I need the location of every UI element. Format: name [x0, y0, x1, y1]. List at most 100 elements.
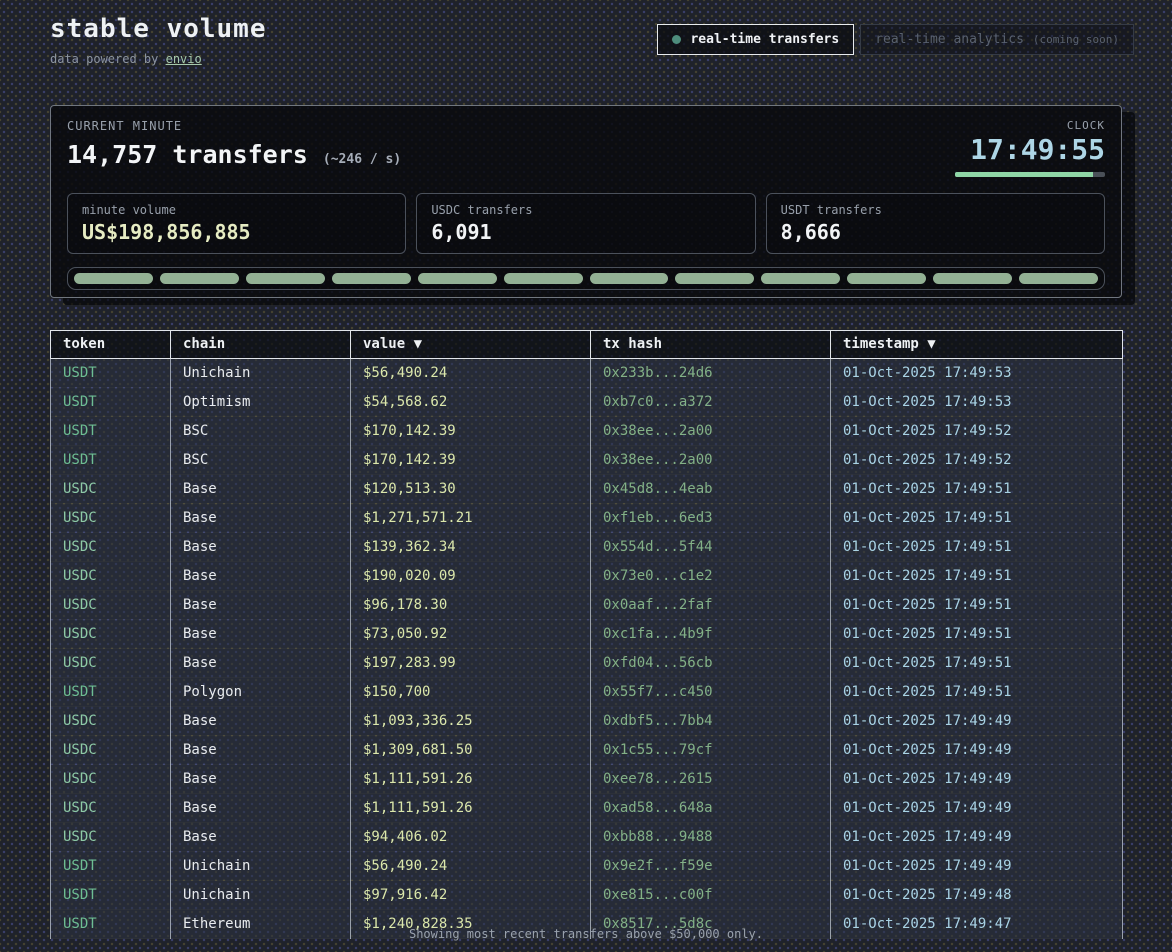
token-cell: USDT — [51, 388, 171, 417]
tx-hash-cell[interactable]: 0xee78...2615 — [591, 765, 831, 794]
chain-cell: Base — [171, 620, 351, 649]
activity-segment — [504, 273, 583, 284]
stat-value: US$198,856,885 — [82, 220, 391, 244]
table-row: USDTUnichain$56,490.240x233b...24d601-Oc… — [51, 359, 1123, 388]
tab-real-time-transfers[interactable]: real-time transfers — [657, 24, 854, 55]
timestamp-cell: 01-Oct-2025 17:49:49 — [831, 794, 1123, 823]
tx-hash-cell[interactable]: 0x9e2f...f59e — [591, 852, 831, 881]
value-cell: $1,309,681.50 — [351, 736, 591, 765]
activity-segment — [675, 273, 754, 284]
timestamp-cell: 01-Oct-2025 17:49:51 — [831, 591, 1123, 620]
timestamp-cell: 01-Oct-2025 17:49:51 — [831, 620, 1123, 649]
stat-label: USDC transfers — [431, 203, 740, 217]
tx-hash-cell[interactable]: 0x55f7...c450 — [591, 678, 831, 707]
tx-hash-cell[interactable]: 0xe815...c00f — [591, 881, 831, 910]
table-row: USDCBase$1,271,571.210xf1eb...6ed301-Oct… — [51, 504, 1123, 533]
tab-label: real-time analytics — [875, 32, 1024, 47]
tx-hash-cell[interactable]: 0xc1fa...4b9f — [591, 620, 831, 649]
token-cell: USDT — [51, 446, 171, 475]
activity-segment — [246, 273, 325, 284]
chain-cell: Base — [171, 794, 351, 823]
value-cell: $120,513.30 — [351, 475, 591, 504]
timestamp-cell: 01-Oct-2025 17:49:51 — [831, 504, 1123, 533]
timestamp-cell: 01-Oct-2025 17:49:49 — [831, 823, 1123, 852]
activity-segment — [761, 273, 840, 284]
envio-link[interactable]: envio — [166, 52, 202, 66]
chain-cell: Base — [171, 504, 351, 533]
tx-hash-cell[interactable]: 0xb7c0...a372 — [591, 388, 831, 417]
page-title: stable volume — [50, 14, 267, 44]
table-row: USDCBase$197,283.990xfd04...56cb01-Oct-2… — [51, 649, 1123, 678]
tx-hash-cell[interactable]: 0xbb88...9488 — [591, 823, 831, 852]
app-header: stable volume data powered by envio — [50, 14, 267, 66]
timestamp-cell: 01-Oct-2025 17:49:53 — [831, 359, 1123, 388]
activity-segment — [1019, 273, 1098, 284]
chain-cell: BSC — [171, 446, 351, 475]
transfers-rate: (~246 / s) — [323, 152, 401, 167]
value-cell: $56,490.24 — [351, 359, 591, 388]
clock-time: 17:49:55 — [955, 134, 1105, 166]
chain-cell: Base — [171, 562, 351, 591]
timestamp-cell: 01-Oct-2025 17:49:48 — [831, 881, 1123, 910]
token-cell: USDC — [51, 475, 171, 504]
table-row: USDTPolygon$150,7000x55f7...c45001-Oct-2… — [51, 678, 1123, 707]
value-cell: $1,111,591.26 — [351, 794, 591, 823]
timestamp-cell: 01-Oct-2025 17:49:52 — [831, 417, 1123, 446]
table-row: USDCBase$94,406.020xbb88...948801-Oct-20… — [51, 823, 1123, 852]
table-row: USDTUnichain$97,916.420xe815...c00f01-Oc… — [51, 881, 1123, 910]
timestamp-cell: 01-Oct-2025 17:49:49 — [831, 765, 1123, 794]
tx-hash-cell[interactable]: 0xfd04...56cb — [591, 649, 831, 678]
tx-hash-cell[interactable]: 0xad58...648a — [591, 794, 831, 823]
token-cell: USDC — [51, 649, 171, 678]
value-cell: $94,406.02 — [351, 823, 591, 852]
tx-hash-cell[interactable]: 0xdbf5...7bb4 — [591, 707, 831, 736]
activity-segment — [933, 273, 1012, 284]
value-cell: $96,178.30 — [351, 591, 591, 620]
chain-cell: Base — [171, 649, 351, 678]
value-cell: $1,271,571.21 — [351, 504, 591, 533]
table-row: USDCBase$96,178.300x0aaf...2faf01-Oct-20… — [51, 591, 1123, 620]
stat-card-USDC-transfers: USDC transfers6,091 — [416, 193, 755, 254]
chain-cell: Unichain — [171, 852, 351, 881]
tx-hash-cell[interactable]: 0x73e0...c1e2 — [591, 562, 831, 591]
value-cell: $170,142.39 — [351, 446, 591, 475]
tx-hash-cell[interactable]: 0x0aaf...2faf — [591, 591, 831, 620]
activity-segment — [160, 273, 239, 284]
value-cell: $190,020.09 — [351, 562, 591, 591]
tx-hash-cell[interactable]: 0x45d8...4eab — [591, 475, 831, 504]
table-row: USDTBSC$170,142.390x38ee...2a0001-Oct-20… — [51, 446, 1123, 475]
activity-segment — [332, 273, 411, 284]
tx-hash-cell[interactable]: 0x233b...24d6 — [591, 359, 831, 388]
token-cell: USDC — [51, 591, 171, 620]
powered-by-text: data powered by — [50, 52, 166, 66]
value-cell: $1,093,336.25 — [351, 707, 591, 736]
chain-cell: Base — [171, 736, 351, 765]
table-row: USDCBase$1,111,591.260xad58...648a01-Oct… — [51, 794, 1123, 823]
stat-label: minute volume — [82, 203, 391, 217]
timestamp-cell: 01-Oct-2025 17:49:51 — [831, 533, 1123, 562]
column-header-tx-hash: tx hash — [591, 331, 831, 359]
tx-hash-cell[interactable]: 0x554d...5f44 — [591, 533, 831, 562]
minute-progress-fill — [955, 172, 1093, 177]
token-cell: USDC — [51, 794, 171, 823]
token-cell: USDC — [51, 504, 171, 533]
table-header-row: tokenchainvalue ▼tx hashtimestamp ▼ — [51, 331, 1123, 359]
transfers-count: 14,757 transfers — [67, 140, 308, 169]
stat-value: 8,666 — [781, 220, 1090, 244]
current-minute-panel: CURRENT MINUTE 14,757 transfers (~246 / … — [50, 105, 1122, 298]
chain-cell: Unichain — [171, 359, 351, 388]
tx-hash-cell[interactable]: 0x1c55...79cf — [591, 736, 831, 765]
chain-cell: Base — [171, 533, 351, 562]
tab-real-time-analytics[interactable]: real-time analytics(coming soon) — [860, 24, 1134, 55]
column-header-value-[interactable]: value ▼ — [351, 331, 591, 359]
chain-cell: Base — [171, 765, 351, 794]
tx-hash-cell[interactable]: 0x38ee...2a00 — [591, 417, 831, 446]
column-header-timestamp-[interactable]: timestamp ▼ — [831, 331, 1123, 359]
tx-hash-cell[interactable]: 0x38ee...2a00 — [591, 446, 831, 475]
table-row: USDCBase$139,362.340x554d...5f4401-Oct-2… — [51, 533, 1123, 562]
column-header-token: token — [51, 331, 171, 359]
chain-cell: Polygon — [171, 678, 351, 707]
footer-note: Showing most recent transfers above $50,… — [0, 927, 1172, 941]
value-cell: $97,916.42 — [351, 881, 591, 910]
tx-hash-cell[interactable]: 0xf1eb...6ed3 — [591, 504, 831, 533]
